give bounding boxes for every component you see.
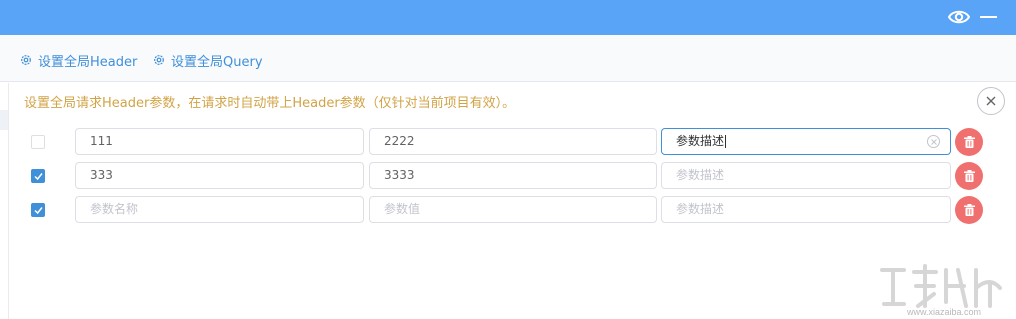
trash-icon [963, 136, 975, 148]
check-icon [34, 173, 43, 181]
trash-icon [963, 170, 975, 182]
tab-label: 设置全局Query [171, 54, 263, 70]
delete-row-button[interactable] [955, 162, 983, 190]
param-description-input[interactable]: 参数描述 [661, 128, 951, 155]
row-checkbox[interactable] [31, 135, 45, 149]
param-description-value: 参数描述 [676, 134, 725, 148]
param-value-input[interactable]: 3333 [369, 162, 657, 189]
check-icon [34, 207, 43, 215]
tab-global-header[interactable]: 设置全局Header [20, 51, 138, 70]
watermark-text: www.xiazaiba.com [907, 307, 982, 317]
param-row: 111 2222 参数描述 [0, 128, 1016, 156]
close-button[interactable] [977, 87, 1005, 115]
tab-global-query[interactable]: 设置全局Query [153, 51, 263, 70]
panel-edge [0, 110, 8, 130]
delete-row-button[interactable] [955, 128, 983, 156]
trash-icon [963, 204, 975, 216]
gear-icon [154, 55, 164, 65]
param-name-input[interactable]: 111 [75, 128, 364, 155]
param-value-input[interactable]: 参数值 [369, 196, 657, 223]
param-row: 333 3333 参数描述 [0, 162, 1016, 190]
param-name-input[interactable]: 333 [75, 162, 364, 189]
param-description-input[interactable]: 参数描述 [661, 196, 951, 223]
row-checkbox[interactable] [31, 169, 45, 183]
clear-icon[interactable] [927, 135, 940, 148]
close-icon [986, 96, 996, 106]
text-caret [725, 135, 727, 148]
minimize-icon[interactable] [980, 16, 997, 18]
title-bar [0, 0, 1016, 35]
param-row: 参数名称 参数值 参数描述 [0, 196, 1016, 224]
tab-label: 设置全局Header [38, 54, 138, 70]
tabs-bar: 设置全局Header 设置全局Query [0, 35, 1016, 82]
notice-text: 设置全局请求Header参数，在请求时自动带上Header参数（仅针对当前项目有… [24, 96, 516, 111]
param-description-input[interactable]: 参数描述 [661, 162, 951, 189]
delete-row-button[interactable] [955, 196, 983, 224]
param-value-input[interactable]: 2222 [369, 128, 657, 155]
eye-icon[interactable] [948, 8, 970, 26]
gear-icon [21, 55, 31, 65]
param-name-input[interactable]: 参数名称 [75, 196, 364, 223]
row-checkbox[interactable] [31, 203, 45, 217]
